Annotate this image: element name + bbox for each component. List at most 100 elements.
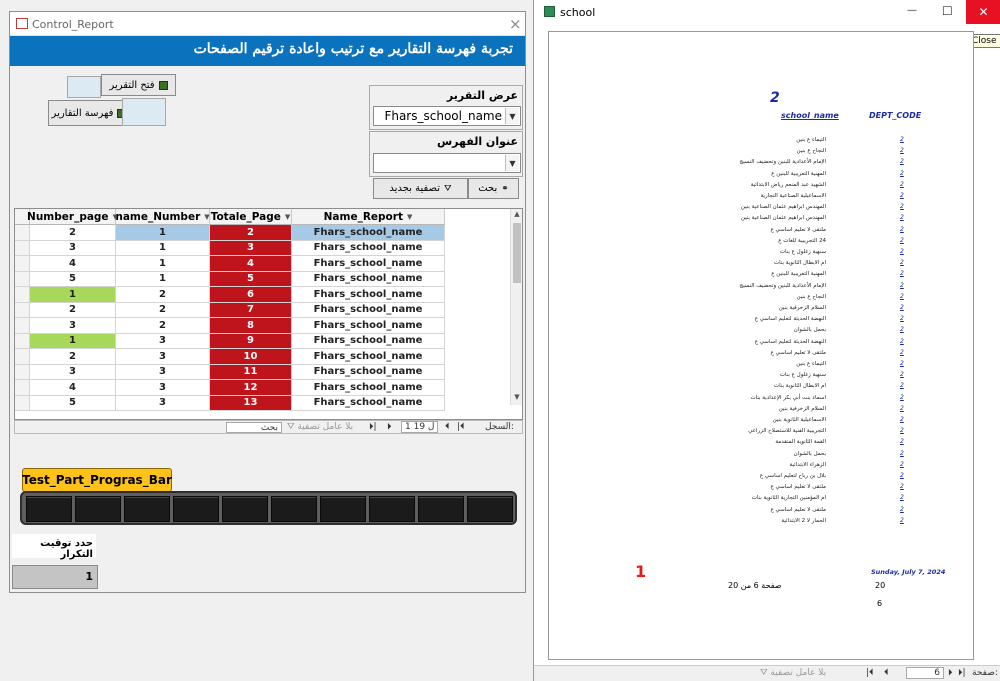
row-selector[interactable] (15, 302, 30, 318)
repeat-interval-input[interactable]: 1 (12, 565, 98, 589)
table-cell[interactable]: Fhars_school_name (292, 380, 445, 396)
table-cell[interactable]: Fhars_school_name (292, 333, 445, 349)
first-page-icon[interactable]: |⏴ (866, 668, 874, 678)
vertical-scrollbar[interactable]: ▲ ▼ (510, 209, 522, 405)
row-selector[interactable] (15, 318, 30, 334)
table-cell[interactable]: Fhars_school_name (292, 271, 445, 287)
table-row[interactable]: 3 2 8 Fhars_school_name (15, 318, 510, 334)
table-cell[interactable]: 1 (116, 271, 210, 287)
index-report-button[interactable]: فهرسة التقارير (48, 100, 130, 126)
table-cell[interactable]: 7 (210, 302, 292, 318)
table-cell[interactable]: Fhars_school_name (292, 240, 445, 256)
table-cell[interactable]: 4 (210, 256, 292, 272)
table-cell[interactable]: 2 (116, 318, 210, 334)
prev-page-icon[interactable]: ⏴ (884, 668, 889, 678)
page-input[interactable]: 6 (906, 667, 944, 679)
table-cell[interactable]: 2 (30, 349, 116, 365)
table-cell[interactable]: Fhars_school_name (292, 225, 445, 241)
table-row[interactable]: 2 3 10 Fhars_school_name (15, 349, 510, 365)
table-cell[interactable]: 1 (30, 287, 116, 303)
table-cell[interactable]: 9 (210, 333, 292, 349)
table-cell[interactable]: 11 (210, 364, 292, 380)
table-row[interactable]: 1 2 6 Fhars_school_name (15, 287, 510, 303)
table-row[interactable]: 3 1 3 Fhars_school_name (15, 240, 510, 256)
table-cell[interactable]: Fhars_school_name (292, 364, 445, 380)
table-row[interactable]: 5 1 5 Fhars_school_name (15, 271, 510, 287)
table-row[interactable]: 4 1 4 Fhars_school_name (15, 256, 510, 272)
table-row[interactable]: 2 2 7 Fhars_school_name (15, 302, 510, 318)
col-header-totale-page[interactable]: Totale_Page ▼ (210, 209, 292, 225)
col-header-name-report[interactable]: Name_Report ▼ (292, 209, 445, 225)
row-selector[interactable] (15, 349, 30, 365)
table-cell[interactable]: 1 (116, 256, 210, 272)
table-cell[interactable]: 1 (116, 240, 210, 256)
nav-search-field[interactable]: بحث (226, 422, 282, 433)
chevron-down-icon[interactable]: ▼ (505, 108, 519, 124)
minimize-icon[interactable]: — (907, 5, 917, 16)
table-cell[interactable]: 1 (116, 225, 210, 241)
table-cell[interactable]: 1 (30, 333, 116, 349)
scroll-down-icon[interactable]: ▼ (511, 393, 523, 401)
report-combo[interactable]: Fhars_school_name ▼ (373, 106, 521, 126)
table-cell[interactable]: 3 (30, 240, 116, 256)
table-row[interactable]: 5 3 13 Fhars_school_name (15, 395, 510, 411)
row-selector[interactable] (15, 380, 30, 396)
table-cell[interactable]: 3 (116, 364, 210, 380)
row-selector[interactable] (15, 271, 30, 287)
table-cell[interactable]: 5 (30, 271, 116, 287)
table-cell[interactable]: 10 (210, 349, 292, 365)
close-icon[interactable]: × (509, 15, 522, 33)
table-cell[interactable]: 3 (30, 364, 116, 380)
table-cell[interactable]: Fhars_school_name (292, 302, 445, 318)
table-cell[interactable]: 3 (210, 240, 292, 256)
table-cell[interactable]: 5 (210, 271, 292, 287)
last-page-icon[interactable]: ⏵| (958, 668, 966, 678)
table-cell[interactable]: Fhars_school_name (292, 349, 445, 365)
refilter-button[interactable]: ⛛ تصفية بجديد (373, 178, 468, 199)
table-row[interactable]: 1 3 9 Fhars_school_name (15, 333, 510, 349)
table-cell[interactable]: 2 (30, 302, 116, 318)
no-filter-indicator[interactable]: ⛛ بلا عامل تصفية (287, 422, 353, 432)
table-cell[interactable]: 2 (210, 225, 292, 241)
table-row[interactable]: 3 3 11 Fhars_school_name (15, 364, 510, 380)
report-grid[interactable]: Number_page▼ name_Number▼ Totale_Page▼ N… (14, 208, 523, 420)
table-cell[interactable]: 3 (116, 395, 210, 411)
col-header-number-page[interactable]: Number_page▼ (27, 209, 118, 225)
col-header-name-number[interactable]: name_Number ▼ (115, 209, 210, 225)
table-cell[interactable]: Fhars_school_name (292, 287, 445, 303)
table-cell[interactable]: 6 (210, 287, 292, 303)
table-cell[interactable]: 2 (116, 302, 210, 318)
table-cell[interactable]: 3 (116, 380, 210, 396)
row-selector[interactable] (15, 287, 30, 303)
chevron-down-icon[interactable]: ▼ (204, 213, 209, 221)
table-cell[interactable]: Fhars_school_name (292, 318, 445, 334)
table-cell[interactable]: 4 (30, 256, 116, 272)
first-record-icon[interactable]: |⏴ (457, 422, 465, 432)
table-cell[interactable]: 3 (116, 333, 210, 349)
row-selector[interactable] (15, 333, 30, 349)
table-row[interactable]: 4 3 12 Fhars_school_name (15, 380, 510, 396)
index-combo[interactable]: ▼ (373, 153, 521, 173)
table-cell[interactable]: 3 (116, 349, 210, 365)
table-cell[interactable]: 12 (210, 380, 292, 396)
table-cell[interactable]: 2 (116, 287, 210, 303)
chevron-down-icon[interactable]: ▼ (505, 155, 519, 171)
row-selector[interactable] (15, 225, 30, 241)
scroll-thumb[interactable] (513, 223, 521, 283)
table-row[interactable]: 2 1 2 Fhars_school_name (15, 225, 510, 241)
next-page-icon[interactable]: ⏵ (948, 668, 953, 678)
table-cell[interactable]: 13 (210, 395, 292, 411)
table-cell[interactable]: 3 (30, 318, 116, 334)
scroll-up-icon[interactable]: ▲ (511, 210, 523, 218)
table-cell[interactable]: Fhars_school_name (292, 256, 445, 272)
last-record-icon[interactable]: ⏵| (369, 422, 377, 432)
table-cell[interactable]: 8 (210, 318, 292, 334)
row-selector[interactable] (15, 395, 30, 411)
table-cell[interactable]: Fhars_school_name (292, 395, 445, 411)
test-progress-button[interactable]: Test_Part_Progras_Bar (22, 468, 172, 492)
row-selector[interactable] (15, 364, 30, 380)
table-cell[interactable]: 2 (30, 225, 116, 241)
search-button[interactable]: ⚭ بحث (468, 178, 519, 199)
maximize-icon[interactable]: ☐ (942, 4, 953, 18)
next-record-icon[interactable]: ⏵ (387, 422, 392, 432)
